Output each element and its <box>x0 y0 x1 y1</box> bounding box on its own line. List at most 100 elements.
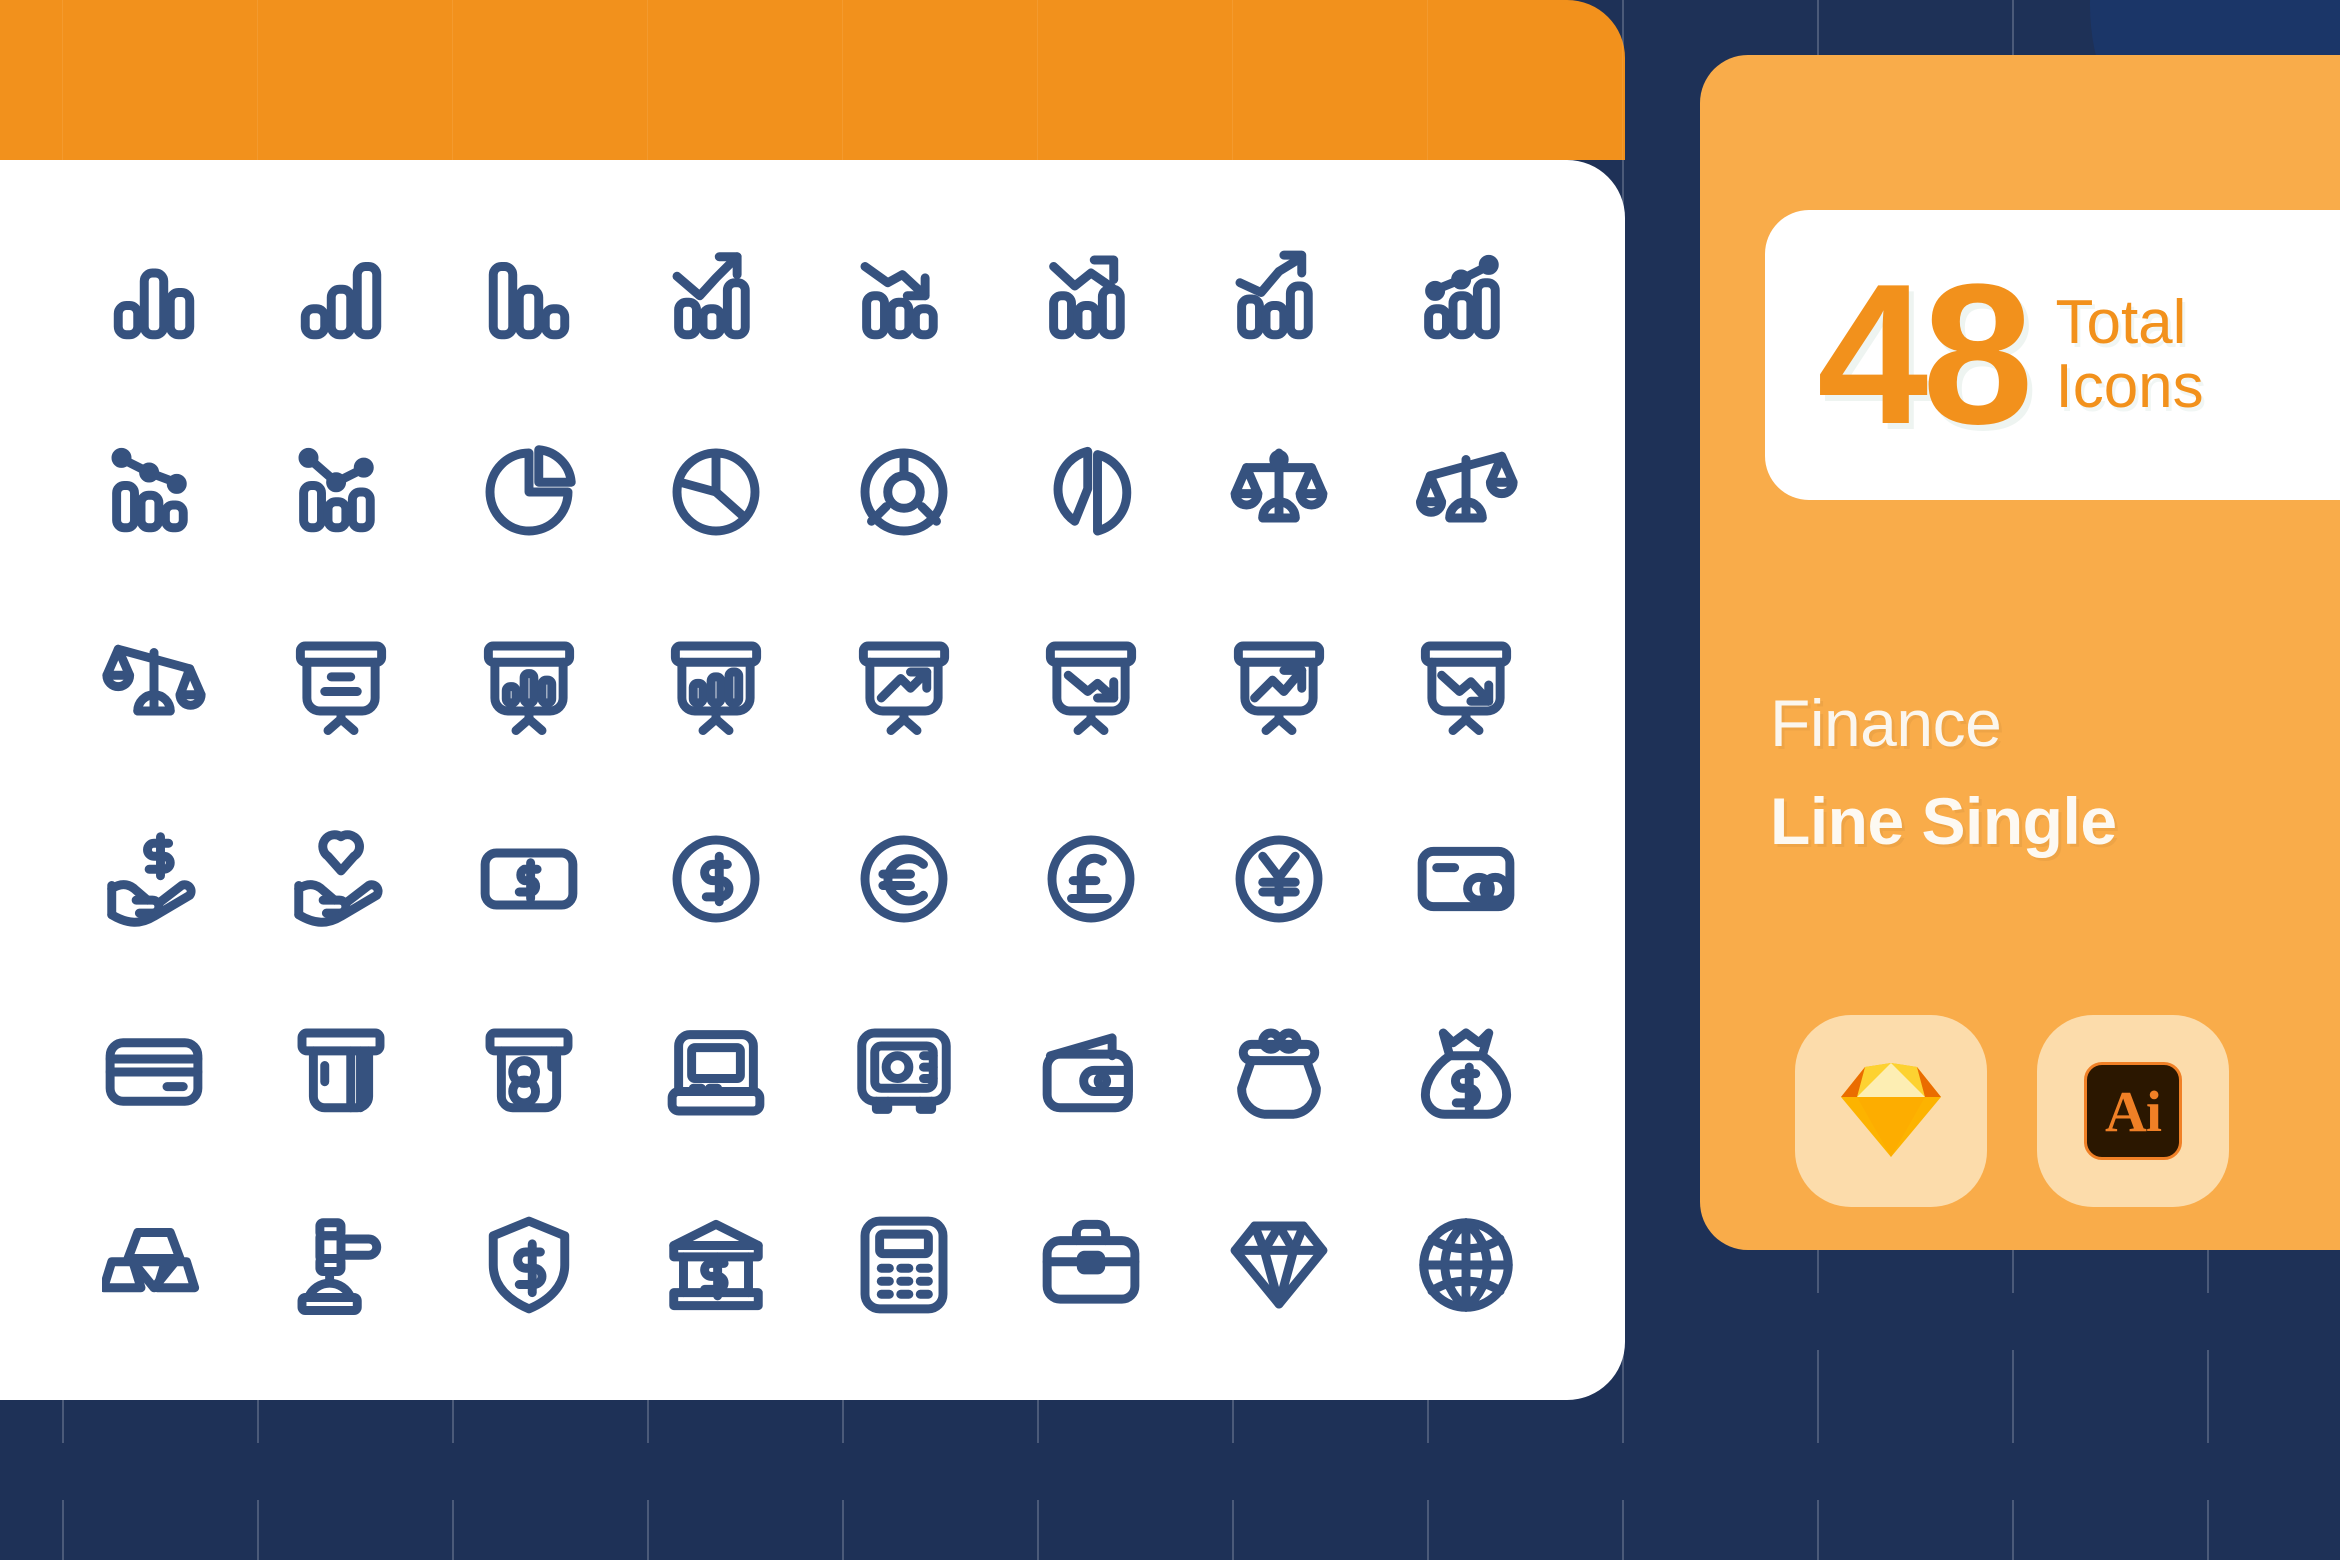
icon-bar-chart-ascending[interactable] <box>248 202 436 395</box>
payment-card-dual-circles-icon <box>1417 846 1515 911</box>
pack-title-line2: Line Single <box>1770 784 2117 858</box>
shield-dollar-icon <box>488 1216 569 1314</box>
bar-chart-middle-high-icon <box>113 268 194 339</box>
cash-withdrawal-icon <box>485 1028 573 1113</box>
illustrator-badge[interactable]: Ai <box>2037 1015 2229 1207</box>
pack-title: Finance Line Single <box>1770 690 2117 854</box>
bar-chart-dot-line-up-icon <box>1424 254 1500 339</box>
presentation-board-line-down-icon <box>1421 641 1512 736</box>
presentation-board-arrow-up-icon <box>858 641 949 736</box>
icon-coin-euro[interactable] <box>810 782 998 975</box>
icon-wallet[interactable] <box>998 975 1186 1168</box>
icon-gold-bars[interactable] <box>60 1169 248 1362</box>
icon-presentation-board-line-down[interactable] <box>1373 589 1561 782</box>
icon-bar-chart-dot-line-v[interactable] <box>248 395 436 588</box>
sketch-badge[interactable] <box>1795 1015 1987 1207</box>
total-icons-count: 48 <box>1817 243 2033 466</box>
pie-chart-exploded-icon <box>1053 446 1132 536</box>
ai-badge-label: Ai <box>2084 1062 2182 1160</box>
icon-coin-pound[interactable] <box>998 782 1186 975</box>
icon-bar-chart-line-down[interactable] <box>998 202 1186 395</box>
icon-calculator[interactable] <box>810 1169 998 1362</box>
icon-pie-chart-exploded[interactable] <box>998 395 1186 588</box>
icon-card-in-slot[interactable] <box>248 975 436 1168</box>
icon-cash-withdrawal[interactable] <box>435 975 623 1168</box>
icon-balance-scale-tilt-left[interactable] <box>60 589 248 782</box>
icon-credit-card-stripe[interactable] <box>60 975 248 1168</box>
presentation-board-bars-icon <box>483 641 574 736</box>
pie-chart-thirds-icon <box>672 448 760 536</box>
bar-chart-line-down-icon <box>1049 255 1125 339</box>
icon-presentation-board-bars[interactable] <box>435 589 623 782</box>
icon-safe-vault[interactable] <box>810 975 998 1168</box>
donut-chart-icon <box>860 448 948 536</box>
icon-presentation-board-line-up[interactable] <box>1185 589 1373 782</box>
icon-banknote-dollar[interactable] <box>435 782 623 975</box>
total-label-line1: Total <box>2055 287 2187 357</box>
banknote-dollar-icon <box>480 848 578 910</box>
icon-presentation-board-arrow-down[interactable] <box>998 589 1186 782</box>
icon-shield-dollar[interactable] <box>435 1169 623 1362</box>
icon-bar-chart-line-up[interactable] <box>1185 202 1373 395</box>
icon-balance-scale-even[interactable] <box>1185 395 1373 588</box>
bar-chart-growth-arrow-icon <box>672 251 750 339</box>
hand-holding-heart-icon <box>294 829 383 927</box>
presentation-board-line-up-icon <box>1233 641 1324 736</box>
calculator-icon <box>860 1216 948 1314</box>
icon-donut-chart[interactable] <box>810 395 998 588</box>
icon-grid <box>60 202 1560 1362</box>
icon-atm-machine[interactable] <box>623 975 811 1168</box>
bar-chart-ascending-icon <box>301 261 382 339</box>
icon-bar-chart-middle-high[interactable] <box>60 202 248 395</box>
icon-presentation-board-text[interactable] <box>248 589 436 782</box>
presentation-board-arrow-down-icon <box>1046 641 1137 736</box>
total-icons-label: Total Icons <box>2055 287 2203 420</box>
bar-chart-descending-icon <box>488 261 569 339</box>
icon-auction-gavel[interactable] <box>248 1169 436 1362</box>
total-icons-card: 48 Total Icons <box>1765 210 2340 500</box>
globe-icon <box>1419 1218 1513 1313</box>
coin-yen-icon <box>1235 835 1323 923</box>
icon-bar-chart-growth-arrow[interactable] <box>623 202 811 395</box>
bar-chart-dot-line-v-icon <box>298 447 375 533</box>
icon-hand-holding-heart[interactable] <box>248 782 436 975</box>
coin-purse-icon <box>1236 1028 1321 1119</box>
presentation-board-text-icon <box>296 641 387 736</box>
bar-chart-dot-line-down-icon <box>111 447 188 533</box>
presentation-board-bars-alt-icon <box>671 641 762 736</box>
icon-money-bag-dollar[interactable] <box>1373 975 1561 1168</box>
icon-globe[interactable] <box>1373 1169 1561 1362</box>
icon-presentation-board-bars-alt[interactable] <box>623 589 811 782</box>
icon-bar-chart-dot-line-up[interactable] <box>1373 202 1561 395</box>
icon-presentation-board-arrow-up[interactable] <box>810 589 998 782</box>
wallet-icon <box>1042 1033 1134 1113</box>
icon-hand-holding-dollar[interactable] <box>60 782 248 975</box>
icon-briefcase[interactable] <box>998 1169 1186 1362</box>
icon-bar-chart-descending[interactable] <box>435 202 623 395</box>
auction-gavel-icon <box>297 1218 382 1316</box>
icon-bar-chart-decline-arrow[interactable] <box>810 202 998 395</box>
balance-scale-tilt-left-icon <box>102 645 206 716</box>
coin-pound-icon <box>1047 835 1135 923</box>
balance-scale-even-icon <box>1230 448 1328 523</box>
icon-diamond[interactable] <box>1185 1169 1373 1362</box>
coin-dollar-icon <box>672 835 760 923</box>
icon-bank-building-dollar[interactable] <box>623 1169 811 1362</box>
safe-vault-icon <box>857 1028 951 1114</box>
icon-coin-yen[interactable] <box>1185 782 1373 975</box>
icon-coin-purse[interactable] <box>1185 975 1373 1168</box>
gold-bars-icon <box>101 1228 199 1293</box>
diamond-icon <box>1230 1221 1328 1309</box>
icon-balance-scale-tilt-right[interactable] <box>1373 395 1561 588</box>
icon-pie-chart-thirds[interactable] <box>623 395 811 588</box>
sketch-diamond-icon <box>1841 1063 1941 1157</box>
format-badges: Ai <box>1795 1015 2229 1207</box>
money-bag-dollar-icon <box>1421 1028 1512 1119</box>
icon-payment-card-dual-circles[interactable] <box>1373 782 1561 975</box>
hand-holding-dollar-icon <box>107 831 196 927</box>
icon-coin-dollar[interactable] <box>623 782 811 975</box>
icon-pie-chart-slice[interactable] <box>435 395 623 588</box>
coin-euro-icon <box>860 835 948 923</box>
icon-bar-chart-dot-line-down[interactable] <box>60 395 248 588</box>
atm-machine-icon <box>667 1030 765 1116</box>
